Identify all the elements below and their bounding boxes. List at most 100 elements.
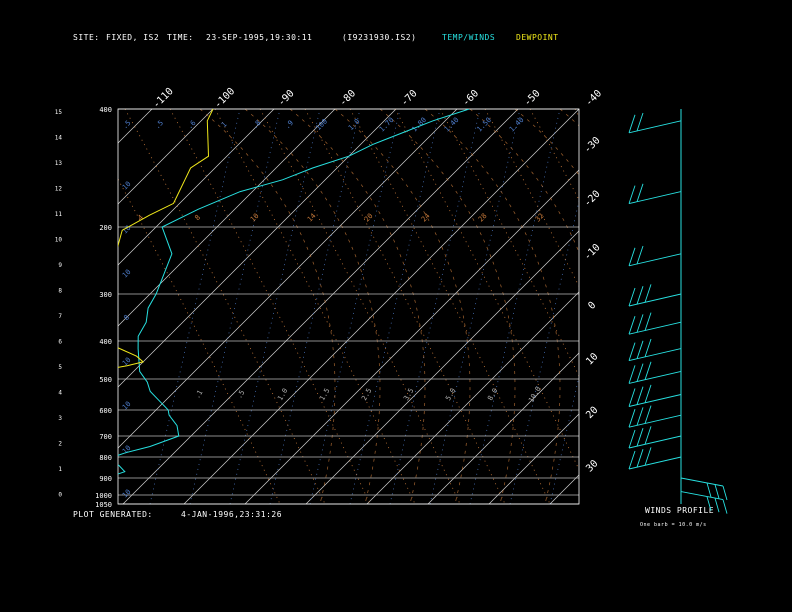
mixing-ratio-line [590,109,680,504]
dry-adiabat-line [259,109,461,504]
saturation-label: 2.5 [360,387,373,402]
moist-adiabat-line [334,109,471,504]
wind-barb [628,112,682,134]
mixing-ratio-line [429,109,521,504]
moist-adiabat-line [605,109,740,504]
height-tick-label: 6 [58,339,62,346]
isotherm-line [427,352,579,504]
wind-barb [680,491,728,514]
mixing-ratio-line [509,199,579,504]
wind-barb [628,312,682,335]
saturation-label: 1.5 [318,387,331,402]
mixing-ratio-label: .5 [153,119,165,131]
top-temperature-label: -90 [276,88,297,109]
height-tick-label: 8 [58,288,62,295]
dry-adiabat-line [304,109,506,504]
wind-barb [680,477,728,501]
mixing-ratio-label: .6 [186,119,198,131]
right-temperature-label: -30 [582,135,603,156]
saturation-label: 5.0 [444,387,457,402]
saturation-label: 8.0 [486,387,499,402]
isotherm-line [118,109,214,205]
right-temperature-label: -20 [582,189,603,210]
mixing-ratio-label: 10 [121,180,133,192]
top-temperature-label: -40 [584,88,605,109]
mixing-ratio-label: 1.80 [410,116,428,134]
dry-adiabat-line [574,109,579,118]
pressure-tick-label: 200 [99,224,112,232]
pressure-tick-label: 600 [99,407,112,415]
pressure-tick-label: 400 [99,338,112,346]
wind-barb [628,361,682,384]
height-tick-label: 0 [58,492,62,499]
skew-t-diagram: 4002003004005006007008009001000105015141… [0,86,792,514]
pressure-tick-label: 400 [99,106,112,114]
height-tick-label: 10 [55,237,63,244]
height-tick-label: 5 [58,364,62,371]
wind-barb [628,426,682,449]
saturation-label: 10.0 [527,385,542,404]
isotherm-line [118,109,458,449]
dry-adiabat-line [439,109,579,377]
moist-adiabat-line [559,109,579,127]
top-temperature-label: -100 [212,86,237,111]
mixing-ratio-label: 1 [220,120,229,129]
sounding-profiles [118,109,470,475]
isotherm-line [118,109,275,266]
isotherm-line [0,109,30,504]
moist-adiabat-line [424,109,561,504]
adiabat-label: 28 [477,212,489,224]
plot-border [117,108,580,505]
moist-adiabat-line [289,109,426,504]
mixing-ratio-label: .5 [121,119,133,131]
right-temperature-label: 0 [586,300,598,312]
mixing-ratio-label: .9 [283,119,295,131]
height-tick-label: 12 [55,186,63,193]
top-temperature-label: -60 [461,88,482,109]
height-tick-label: 14 [55,135,63,142]
isotherm-line [118,109,336,327]
height-tick-label: 2 [58,441,62,448]
top-temperature-label: -70 [399,88,420,109]
height-tick-label: 11 [55,211,63,218]
saturation-label: 1.0 [276,387,289,402]
adiabat-label: 20 [363,212,375,224]
wind-barb [628,284,682,307]
isotherm-line [122,109,519,504]
mixing-ratio-label: 1.40 [508,116,526,134]
dry-adiabat-line [484,109,579,288]
isotherm-line [611,109,792,504]
adiabat-label: 10 [249,212,261,224]
dry-adiabat-line [118,178,281,504]
height-tick-label: 15 [55,109,63,116]
height-tick-label: 13 [55,160,63,167]
top-temperature-label: -50 [522,88,543,109]
moist-adiabat-line [469,109,579,254]
auxiliary-lines [0,109,792,504]
temperature-profile-line [118,109,470,475]
saturation-label: 3.5 [402,387,415,402]
mixing-ratio-line [189,109,281,504]
wind-barb [628,245,682,267]
right-temperature-label: 20 [584,405,600,421]
height-tick-label: 7 [58,313,62,320]
moist-adiabat-line [379,109,516,504]
pressure-tick-label: 1000 [95,492,112,500]
mixing-ratio-label: 1.70 [378,116,396,134]
isotherm-line [0,109,91,504]
wind-barb [628,405,682,428]
mixing-ratio-label: 1.0 [347,117,362,132]
isotherm-line [549,474,579,504]
adiabat-label: 24 [420,212,432,224]
mixing-ratio-line [469,109,561,504]
dry-adiabat-line [169,109,371,504]
top-temperature-label: -80 [338,88,359,109]
height-tick-label: 1 [58,466,62,473]
mixing-ratio-line [269,109,361,504]
isotherm-line [366,291,579,504]
dry-adiabat-line [214,109,416,504]
height-tick-label: 4 [58,390,62,397]
isobars [118,108,579,505]
dewpoint-profile-line [118,109,214,368]
adiabat-label: 14 [306,212,318,224]
